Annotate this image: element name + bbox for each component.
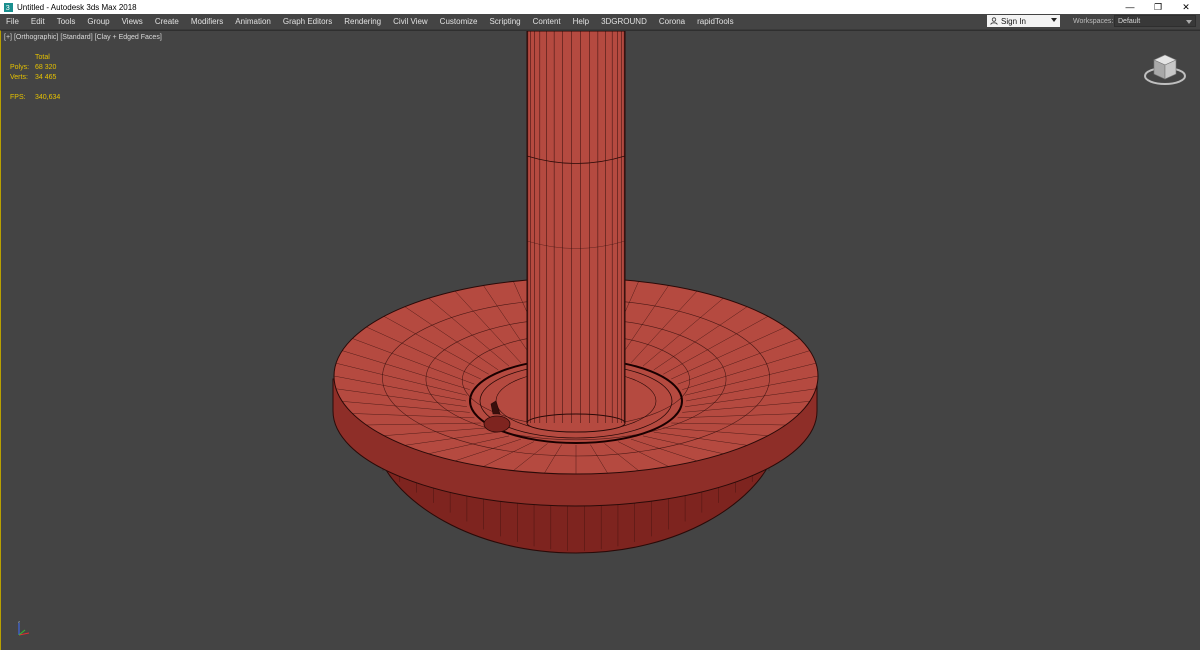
svg-text:3: 3 bbox=[6, 3, 10, 12]
svg-text:z: z bbox=[18, 619, 20, 624]
workspace-select[interactable]: Default bbox=[1114, 15, 1196, 27]
title-bar: 3 Untitled - Autodesk 3ds Max 2018 — ❐ ✕ bbox=[0, 0, 1200, 14]
menu-animation[interactable]: Animation bbox=[229, 14, 277, 29]
knob-base bbox=[483, 415, 511, 433]
perspective-viewport[interactable]: [+] [Orthographic] [Standard] [Clay + Ed… bbox=[0, 30, 1200, 650]
workspace-value: Default bbox=[1118, 18, 1141, 25]
menu-create[interactable]: Create bbox=[149, 14, 185, 29]
pole-bottom bbox=[526, 413, 626, 433]
menu-3dground[interactable]: 3DGROUND bbox=[595, 14, 653, 29]
menu-rapidtools[interactable]: rapidTools bbox=[691, 14, 739, 29]
workspaces-label: Workspaces: bbox=[1073, 18, 1114, 25]
viewport-point-of-view[interactable]: [Orthographic] bbox=[14, 34, 58, 41]
viewport-statistics: Total Polys: 68 320 Verts: 34 465 FPS: 340,… bbox=[10, 53, 60, 103]
menu-civil-view[interactable]: Civil View bbox=[387, 14, 434, 29]
viewport-visual-style[interactable]: [Clay + Edged Faces] bbox=[95, 34, 162, 41]
stats-header: Total bbox=[35, 54, 50, 61]
pole bbox=[526, 31, 626, 424]
user-icon bbox=[990, 17, 998, 25]
menu-rendering[interactable]: Rendering bbox=[338, 14, 387, 29]
viewport-label-menu: [+] [Orthographic] [Standard] [Clay + Ed… bbox=[4, 34, 164, 41]
fps-value: 340,634 bbox=[35, 94, 61, 101]
chevron-down-icon bbox=[1051, 18, 1057, 22]
restore-button[interactable]: ❐ bbox=[1144, 0, 1172, 14]
menu-edit[interactable]: Edit bbox=[25, 14, 51, 29]
menu-content[interactable]: Content bbox=[527, 14, 567, 29]
viewport-shading-standard[interactable]: [Standard] bbox=[60, 34, 92, 41]
axis-tripod-icon: z bbox=[18, 619, 30, 636]
menu-modifiers[interactable]: Modifiers bbox=[185, 14, 229, 29]
menu-graph-editors[interactable]: Graph Editors bbox=[277, 14, 338, 29]
verts-value: 34 465 bbox=[35, 74, 57, 81]
viewcube-icon[interactable] bbox=[1141, 49, 1189, 89]
fps-label: FPS: bbox=[10, 94, 26, 101]
menu-bar: File Edit Tools Group Views Create Modif… bbox=[0, 14, 1200, 30]
menu-scripting[interactable]: Scripting bbox=[483, 14, 526, 29]
menu-customize[interactable]: Customize bbox=[434, 14, 484, 29]
menu-corona[interactable]: Corona bbox=[653, 14, 691, 29]
polys-value: 68 320 bbox=[35, 64, 57, 71]
menu-items: File Edit Tools Group Views Create Modif… bbox=[0, 14, 740, 29]
sign-in-dropdown[interactable]: Sign In bbox=[987, 15, 1060, 27]
minimize-button[interactable]: — bbox=[1116, 0, 1144, 14]
window-controls: — ❐ ✕ bbox=[1116, 0, 1200, 14]
close-button[interactable]: ✕ bbox=[1172, 0, 1200, 14]
menu-help[interactable]: Help bbox=[567, 14, 595, 29]
chevron-down-icon bbox=[1186, 20, 1192, 24]
polys-label: Polys: bbox=[10, 64, 30, 71]
menu-views[interactable]: Views bbox=[116, 14, 149, 29]
window-title: Untitled - Autodesk 3ds Max 2018 bbox=[17, 2, 137, 12]
app-icon: 3 bbox=[4, 2, 13, 12]
menu-tools[interactable]: Tools bbox=[51, 14, 82, 29]
sign-in-label: Sign In bbox=[1001, 16, 1026, 26]
menu-file[interactable]: File bbox=[0, 14, 25, 29]
menu-group[interactable]: Group bbox=[81, 14, 115, 29]
viewport-plus-menu[interactable]: [+] bbox=[4, 34, 12, 41]
verts-label: Verts: bbox=[10, 74, 28, 81]
scene-canvas[interactable] bbox=[1, 31, 1200, 650]
